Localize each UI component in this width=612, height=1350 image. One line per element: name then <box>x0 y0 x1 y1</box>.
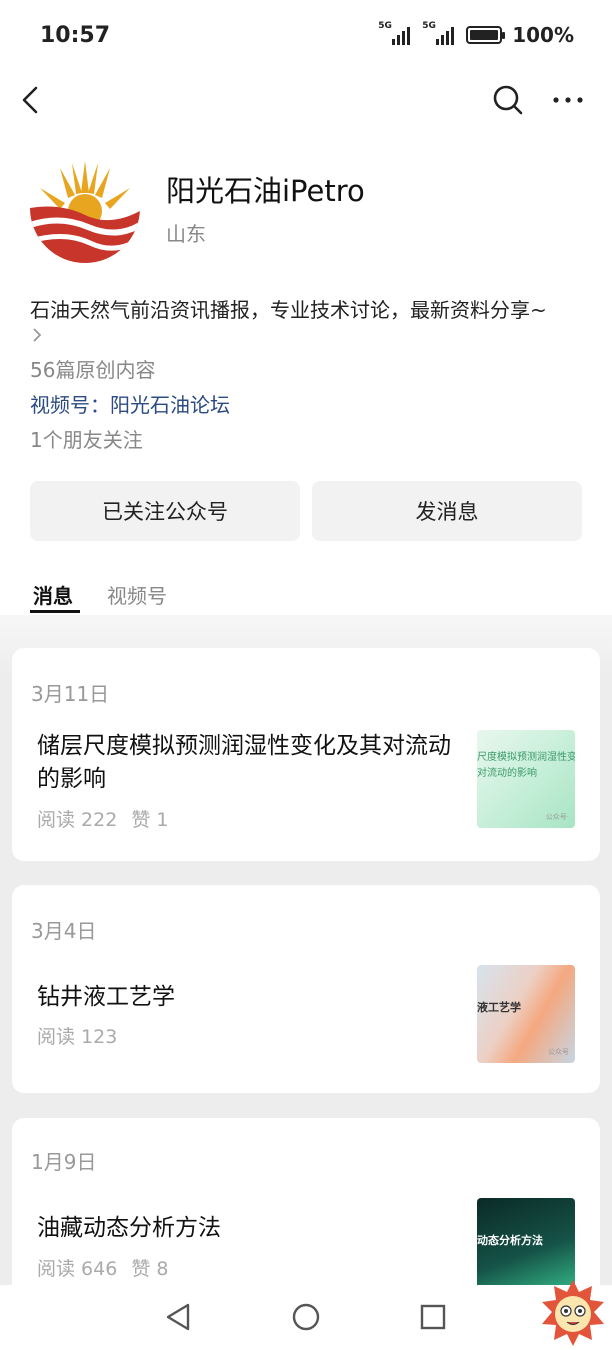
tab-video-channel[interactable]: 视频号 <box>107 580 167 609</box>
article-card[interactable]: 3月11日 储层尺度模拟预测润湿性变化及其对流动的影响 阅读 222 赞 1 尺度… <box>12 648 600 861</box>
article-thumbnail[interactable]: 液工艺学 公众号 <box>477 965 575 1063</box>
article-card[interactable]: 3月4日 钻井液工艺学 阅读 123 液工艺学 公众号 <box>12 885 600 1093</box>
article-stats: 阅读 646 赞 8 <box>37 1254 168 1281</box>
article-date: 1月9日 <box>31 1150 97 1174</box>
article-stats: 阅读 222 赞 1 <box>37 805 168 832</box>
friends-following[interactable]: 1个朋友关注 <box>30 424 143 453</box>
original-count[interactable]: 56篇原创内容 <box>30 354 155 383</box>
signal-label: 5G <box>378 21 392 31</box>
article-date: 3月4日 <box>31 919 97 943</box>
article-title[interactable]: 油藏动态分析方法 <box>37 1212 467 1245</box>
signal-label-2: 5G <box>422 21 436 31</box>
chevron-right-icon[interactable] <box>30 326 44 344</box>
back-arrow-icon[interactable] <box>16 80 46 120</box>
signal-icon: 5G <box>378 21 412 45</box>
tab-messages[interactable]: 消息 <box>30 580 80 613</box>
video-channel-link[interactable]: 视频号：阳光石油论坛 <box>30 389 230 418</box>
status-bar: 10:57 5G 5G 100% <box>0 0 612 70</box>
signal-icon-2: 5G <box>422 21 456 45</box>
floating-mascot-icon[interactable] <box>538 1278 608 1348</box>
article-title[interactable]: 钻井液工艺学 <box>37 981 467 1014</box>
thumbnail-text: 尺度模拟预测润湿性变 <box>477 752 575 763</box>
battery-percent: 100% <box>512 23 574 47</box>
thumbnail-text: 动态分析方法 <box>477 1234 543 1247</box>
status-time: 10:57 <box>40 22 111 48</box>
status-icons: 5G 5G 100% <box>378 21 574 47</box>
thumbnail-watermark: 公众号 <box>548 1048 569 1056</box>
article-title[interactable]: 储层尺度模拟预测润湿性变化及其对流动的影响 <box>37 730 467 796</box>
read-count: 阅读 646 <box>37 1258 118 1280</box>
system-nav-bar <box>0 1285 612 1350</box>
nav-back-icon[interactable] <box>160 1299 196 1335</box>
account-region: 山东 <box>166 222 206 246</box>
article-card[interactable]: 1月9日 油藏动态分析方法 阅读 646 赞 8 动态分析方法 <box>12 1118 600 1298</box>
article-date: 3月11日 <box>31 682 110 706</box>
thumbnail-text: 液工艺学 <box>477 1001 521 1014</box>
article-thumbnail[interactable]: 尺度模拟预测润湿性变 对流动的影响 公众号· <box>477 730 575 828</box>
account-logo <box>30 153 140 263</box>
more-options-icon[interactable] <box>548 82 588 118</box>
like-count: 赞 8 <box>131 1258 169 1280</box>
account-name: 阳光石油iPetro <box>166 174 365 208</box>
article-stats: 阅读 123 <box>37 1022 117 1049</box>
thumbnail-text: 对流动的影响 <box>477 768 537 779</box>
followed-button[interactable]: 已关注公众号 <box>30 481 300 541</box>
top-nav <box>0 70 612 130</box>
nav-recent-apps-icon[interactable] <box>415 1299 451 1335</box>
battery-icon <box>466 26 506 44</box>
nav-home-icon[interactable] <box>288 1299 324 1335</box>
like-count: 赞 1 <box>131 809 169 831</box>
read-count: 阅读 222 <box>37 809 118 831</box>
thumbnail-watermark: 公众号· <box>545 813 569 821</box>
search-icon[interactable] <box>490 82 526 118</box>
read-count: 阅读 123 <box>37 1026 118 1048</box>
send-message-button[interactable]: 发消息 <box>312 481 582 541</box>
account-description[interactable]: 石油天然气前沿资讯播报，专业技术讨论，最新资料分享~ <box>30 296 590 324</box>
